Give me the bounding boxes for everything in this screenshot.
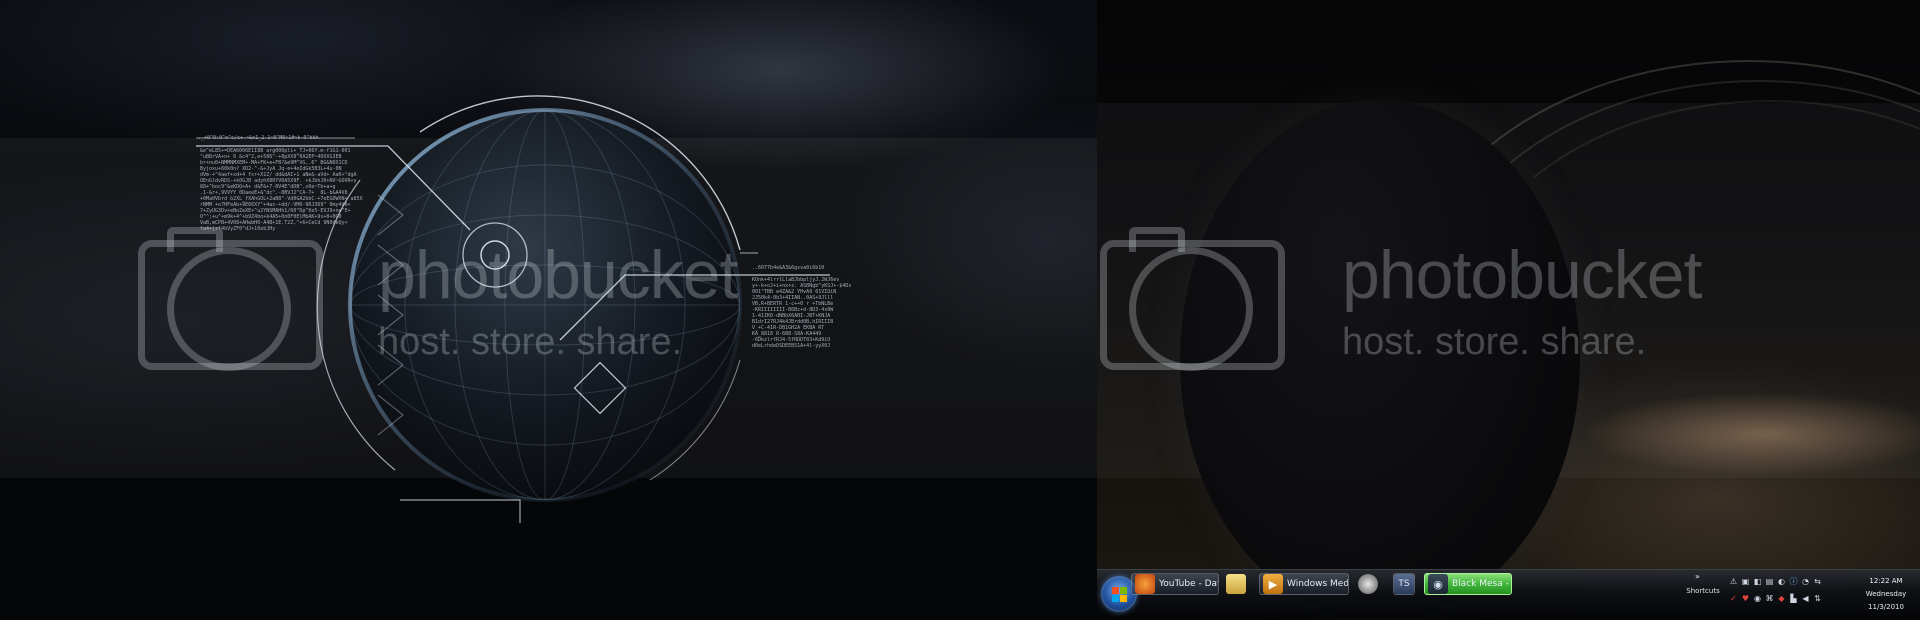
watermark-right: photobucket host. store. share. — [1342, 237, 1703, 363]
taskbar: YouTube - Daft P... ▶ Windows Media P...… — [1097, 569, 1920, 618]
clock-time[interactable]: 12:22 AM — [1856, 577, 1916, 585]
taskbar-button-teamspeak[interactable]: TS — [1393, 573, 1415, 595]
tray-icon[interactable]: ▣ — [1741, 577, 1750, 586]
tray-icon[interactable]: ◧ — [1753, 577, 1762, 586]
hud-header-text: ._+0^0:0^o^c/c+-~&o1_2-1~8^M0~1#~k-0^bkh… — [198, 135, 322, 141]
shortcuts-toolbar[interactable]: Shortcuts — [1685, 587, 1721, 595]
tray-icon[interactable]: ◔ — [1801, 577, 1810, 586]
taskbar-button-label: Black Mesa - Gro... — [1452, 579, 1511, 589]
tray-icon[interactable]: ⓘ — [1789, 577, 1798, 586]
tray-icon[interactable]: ✓ — [1729, 594, 1738, 603]
taskbar-button-firefox[interactable]: YouTube - Daft P... — [1131, 573, 1219, 595]
system-tray: » Shortcuts ⚠ ▣ ◧ ▤ ◐ ⓘ ◔ ⇆ ✓ ♥ ◉ ⌘ ◆ ▙ … — [1685, 570, 1920, 618]
watermark-brand: photobucket — [1342, 237, 1703, 313]
windows-logo-icon — [1112, 595, 1119, 602]
watermark-left: photobucket host. store. share. — [378, 237, 739, 363]
hud-data-block-left: &e^eL85+=DEA6006E1I8B arg000pli+_TJ+06Y.… — [200, 148, 363, 232]
hud-data-block-right: KOnk+4lrrlLlaBJbbpljyJ.2WJ6ev y+-k+oJ+i+… — [752, 277, 852, 349]
tray-icon[interactable]: ◐ — [1777, 577, 1786, 586]
steam-icon: ◉ — [1428, 574, 1448, 594]
tray-icon[interactable]: ⌘ — [1765, 594, 1774, 603]
camera-icon — [1100, 227, 1285, 371]
tray-icon[interactable]: ▤ — [1765, 577, 1774, 586]
teamspeak-label: TS — [1398, 579, 1410, 589]
windows-logo-icon — [1120, 595, 1127, 602]
taskbar-button-app[interactable] — [1357, 573, 1379, 595]
taskbar-button-label: YouTube - Daft P... — [1159, 579, 1218, 589]
hud-header-right-text: ..6077b4e&A3&6gsva0i6b10 — [752, 265, 825, 271]
tray-icon[interactable]: ◉ — [1753, 594, 1762, 603]
media-player-icon: ▶ — [1263, 574, 1283, 594]
taskbar-button-explorer[interactable] — [1225, 573, 1247, 595]
firefox-icon — [1135, 574, 1155, 594]
watermark-tagline: host. store. share. — [1342, 321, 1647, 363]
windows-logo-icon — [1112, 587, 1119, 594]
app-icon — [1358, 574, 1378, 594]
taskbar-button-windows-media-player[interactable]: ▶ Windows Media P... — [1259, 573, 1349, 595]
clock-day[interactable]: Wednesday — [1856, 590, 1916, 598]
clock-date[interactable]: 11/3/2010 — [1856, 603, 1916, 611]
tray-icon[interactable]: ⇆ — [1813, 577, 1822, 586]
tray-icon[interactable]: ♥ — [1741, 594, 1750, 603]
tray-icon[interactable]: ⚠ — [1729, 577, 1738, 586]
folder-icon — [1226, 574, 1246, 594]
watermark-tagline: host. store. share. — [378, 321, 683, 363]
taskbar-button-label: Windows Media P... — [1287, 579, 1349, 589]
tray-icon[interactable]: ⇅ — [1813, 594, 1822, 603]
windows-logo-icon — [1120, 587, 1127, 594]
camera-icon — [138, 227, 323, 371]
volume-icon[interactable]: ◀ — [1801, 594, 1810, 603]
tray-chevron[interactable]: » — [1695, 572, 1700, 581]
taskbar-button-steam[interactable]: ◉ Black Mesa - Gro... — [1424, 573, 1512, 595]
tray-icon[interactable]: ◆ — [1777, 594, 1786, 603]
network-icon[interactable]: ▙ — [1789, 594, 1798, 603]
teamspeak-icon: TS — [1394, 574, 1414, 594]
hud-pointer-line — [400, 499, 521, 523]
watermark-brand: photobucket — [378, 237, 739, 313]
